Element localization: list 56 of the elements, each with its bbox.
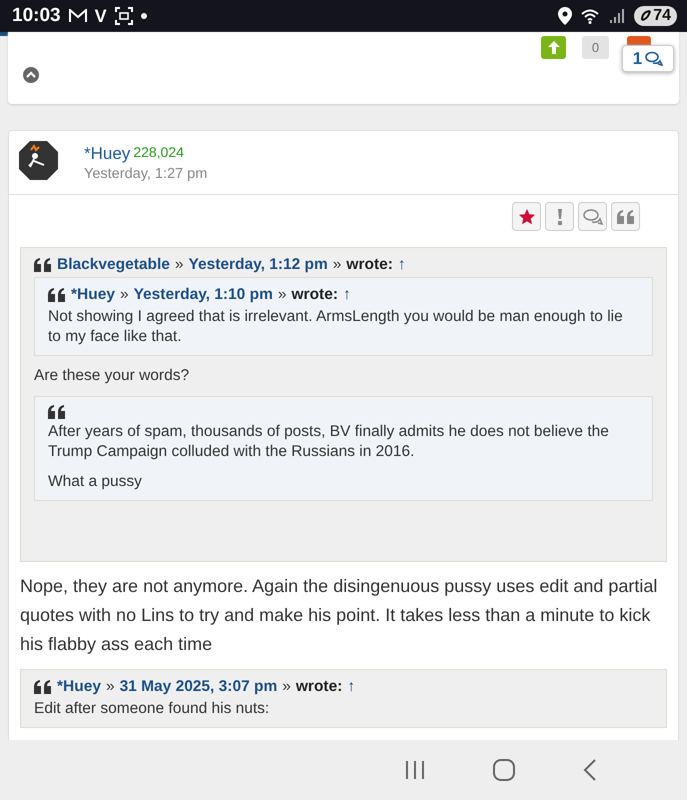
clock: 10:03 xyxy=(12,5,61,27)
separator: » xyxy=(278,286,286,304)
wrote-label: wrote: xyxy=(291,286,338,304)
arrow-up-icon xyxy=(548,41,560,54)
author-link[interactable]: Blackvegetable xyxy=(57,256,170,274)
quote-text: After years of spam, thousands of posts, BV finally admits he does not believe the Trump Campaign colluded with the Russians in 2016. xyxy=(48,422,610,462)
separator: » xyxy=(120,286,129,304)
exclamation-icon xyxy=(556,208,562,224)
speech-bubbles-icon xyxy=(645,51,664,66)
quote-text: Not showing I agreed that is irrelevant. ArmsLength you would be man enough to lie to my face like that. xyxy=(48,307,624,347)
location-icon xyxy=(558,7,572,25)
wrote-label: wrote: xyxy=(346,256,393,274)
avatar-icon[interactable] xyxy=(19,141,58,180)
post-text: Nope, they are not anymore. Again the disingenuous pussy uses edit and partial quotes with no Lins to try and make his point. It takes less than a minute to kick his flabby ass each time xyxy=(20,575,658,656)
separator: » xyxy=(106,678,115,696)
comment-count-button[interactable]: 1 xyxy=(622,45,674,72)
quote-icon xyxy=(34,680,52,694)
star-icon xyxy=(518,208,534,224)
quote-icon xyxy=(48,405,66,419)
time-link[interactable]: Yesterday, 1:10 pm xyxy=(134,286,273,304)
wrote-label: wrote: xyxy=(296,678,342,696)
author-link[interactable]: *Huey xyxy=(57,678,101,696)
quote-text: What a pussy xyxy=(48,472,143,492)
author-link[interactable]: *Huey xyxy=(71,286,115,304)
quote-icon xyxy=(48,288,66,302)
back-icon[interactable] xyxy=(583,759,597,781)
jump-link[interactable]: ↑ xyxy=(347,678,356,696)
signal-icon xyxy=(610,8,626,24)
time-link[interactable]: 31 May 2025, 3:07 pm xyxy=(120,678,278,696)
speech-bubbles-icon xyxy=(582,208,602,224)
quote-icon xyxy=(34,258,52,272)
reply-button[interactable] xyxy=(578,202,607,231)
star-button[interactable] xyxy=(512,202,541,231)
separator: » xyxy=(332,256,342,274)
author-name[interactable]: *Huey xyxy=(84,144,130,164)
jump-link[interactable]: ↑ xyxy=(398,256,406,274)
quote-icon xyxy=(616,210,634,224)
dot-icon xyxy=(140,13,147,19)
home-icon[interactable] xyxy=(493,759,515,781)
jump-link[interactable]: ↑ xyxy=(342,286,351,304)
recent-apps-icon[interactable] xyxy=(405,760,425,780)
post-time: Yesterday, 1:27 pm xyxy=(84,166,208,182)
separator: » xyxy=(282,678,291,696)
quote-text: Are these your words? xyxy=(34,366,190,386)
screenshot-icon xyxy=(114,7,133,25)
battery-indicator: 74 xyxy=(634,6,677,26)
quote-text: Edit after someone found his nuts: xyxy=(34,699,270,719)
app-icon: V xyxy=(94,6,107,26)
quote-button[interactable] xyxy=(611,202,640,231)
time-link[interactable]: Yesterday, 1:12 pm xyxy=(188,256,328,274)
scroll-up-icon[interactable] xyxy=(23,67,39,83)
user-score: 228,024 xyxy=(133,144,184,160)
report-button[interactable] xyxy=(545,202,574,231)
separator: » xyxy=(174,256,184,274)
mail-icon xyxy=(68,9,87,23)
vote-count: 0 xyxy=(582,36,609,59)
